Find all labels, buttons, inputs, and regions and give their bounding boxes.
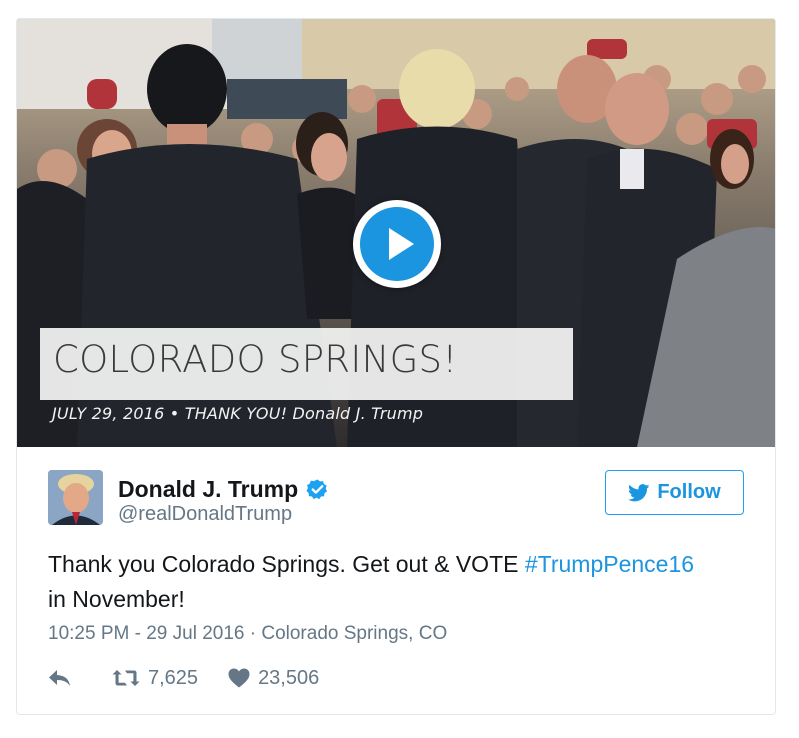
meta-separator: · xyxy=(244,623,262,644)
tweet-actions: 7,625 23,506 xyxy=(48,665,319,691)
video-caption-banner: COLORADO SPRINGS! xyxy=(40,328,573,400)
play-button[interactable] xyxy=(353,200,441,288)
play-icon xyxy=(360,207,434,281)
retweet-count: 7,625 xyxy=(148,666,199,689)
tweet-location[interactable]: Colorado Springs, CO xyxy=(261,623,447,644)
tweet-text-after: in November! xyxy=(48,586,185,612)
like-button[interactable]: 23,506 xyxy=(228,667,319,690)
avatar[interactable] xyxy=(48,470,103,525)
tweet-timestamp[interactable]: 10:25 PM - 29 Jul 2016 xyxy=(48,623,244,644)
video-caption-title: COLORADO SPRINGS! xyxy=(53,338,458,381)
twitter-bird-icon xyxy=(628,483,650,501)
follow-button[interactable]: Follow xyxy=(605,470,744,515)
reply-button[interactable] xyxy=(48,668,80,688)
video-caption-subtitle: JULY 29, 2016 • THANK YOU! Donald J. Tru… xyxy=(52,404,424,423)
tweet-card: COLORADO SPRINGS! JULY 29, 2016 • THANK … xyxy=(16,18,776,715)
retweet-button[interactable]: 7,625 xyxy=(112,667,198,690)
tweet-meta: 10:25 PM - 29 Jul 2016 · Colorado Spring… xyxy=(48,623,447,645)
retweet-icon xyxy=(112,670,140,686)
profile-photo xyxy=(48,470,103,525)
like-count: 23,506 xyxy=(258,666,320,689)
heart-icon xyxy=(228,668,250,688)
video-thumbnail[interactable]: COLORADO SPRINGS! xyxy=(17,19,775,447)
reply-icon xyxy=(49,670,70,686)
author-name[interactable]: Donald J. Trump xyxy=(118,476,298,503)
follow-button-label: Follow xyxy=(657,481,721,503)
tweet-text-before: Thank you Colorado Springs. Get out & VO… xyxy=(48,551,525,577)
tweet-text: Thank you Colorado Springs. Get out & VO… xyxy=(48,547,748,617)
verified-badge-icon xyxy=(306,479,328,500)
author-handle[interactable]: @realDonaldTrump xyxy=(118,503,292,526)
hashtag-link[interactable]: #TrumpPence16 xyxy=(525,551,694,577)
